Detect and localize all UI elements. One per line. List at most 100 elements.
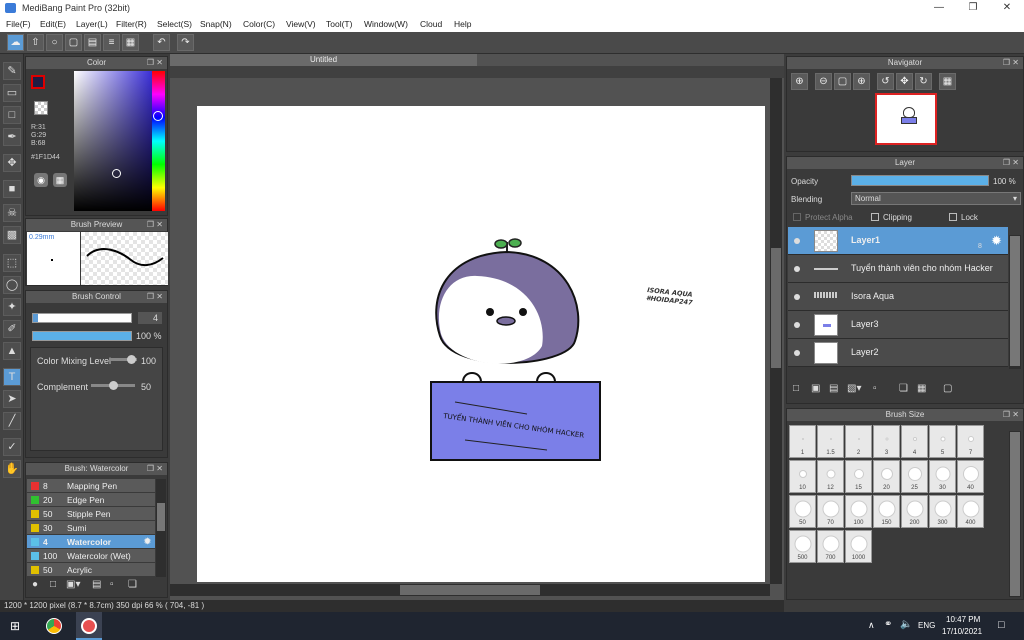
select-rect-icon[interactable]: ⬚ <box>3 254 21 272</box>
divide-tool-icon[interactable]: ╱ <box>3 412 21 430</box>
brush-item-watercolor-wet[interactable]: 100 Watercolor (Wet) <box>27 549 155 563</box>
eye-icon[interactable] <box>794 238 800 244</box>
brush-size-option[interactable]: 200 <box>901 495 928 528</box>
brush-folder-icon[interactable]: ▫ <box>110 579 114 590</box>
rotate-left-icon[interactable]: ↺ <box>877 73 894 90</box>
new-layer-icon[interactable]: □ <box>793 383 799 394</box>
palette-icon[interactable]: ◉ <box>34 173 48 187</box>
brush-size-option[interactable]: 100 <box>845 495 872 528</box>
fill-rect-tool-icon[interactable]: ■ <box>3 180 21 198</box>
brush-size-scrollbar[interactable] <box>1009 431 1021 597</box>
color-saturation-picker[interactable] <box>74 71 152 211</box>
redo-icon[interactable]: ↷ <box>177 34 194 51</box>
hue-cursor[interactable] <box>153 111 163 121</box>
undo-icon[interactable]: ↶ <box>153 34 170 51</box>
network-icon[interactable]: ⚭ <box>884 619 892 630</box>
brush-size-option[interactable]: 25 <box>901 460 928 493</box>
close-icon[interactable]: ❐ ✕ <box>1003 157 1019 169</box>
rotate-right-icon[interactable]: ↻ <box>915 73 932 90</box>
clipping-checkbox[interactable] <box>871 213 879 221</box>
brush-size-option[interactable]: 70 <box>817 495 844 528</box>
medibang-taskbar-button[interactable] <box>76 612 102 640</box>
share-icon[interactable]: ⇧ <box>27 34 44 51</box>
complement-slider[interactable] <box>91 381 135 390</box>
brush-copy-icon[interactable]: ❏ <box>128 579 137 590</box>
grid-icon[interactable]: ▦ <box>122 34 139 51</box>
trash-icon[interactable]: ▢ <box>943 383 952 394</box>
brush-size-option[interactable]: 1 <box>789 425 816 458</box>
eyedropper-icon[interactable]: ✓ <box>3 438 21 456</box>
brush-item-sumi[interactable]: 30 Sumi <box>27 521 155 535</box>
menu-color[interactable]: Color(C) <box>243 19 275 29</box>
gradient-tool-icon[interactable]: ▩ <box>3 226 21 244</box>
eye-icon[interactable] <box>794 294 800 300</box>
brush-size-option[interactable]: 20 <box>873 460 900 493</box>
brush-file-icon[interactable]: ▤ <box>92 579 101 590</box>
close-icon[interactable]: ❐ ✕ <box>147 463 163 475</box>
minimize-button[interactable]: — <box>922 0 956 16</box>
brush-size-option[interactable]: 30 <box>929 460 956 493</box>
move-tool-icon[interactable]: ✥ <box>3 154 21 172</box>
brush-item-acrylic[interactable]: 50 Acrylic <box>27 563 155 577</box>
drawing-canvas[interactable]: TUYỂN THÀNH VIÊN CHO NHÓM HACKER ISORA A… <box>197 106 765 582</box>
chrome-icon[interactable] <box>46 618 62 634</box>
pen-tool-icon[interactable]: ✒ <box>3 128 21 146</box>
volume-icon[interactable]: 🔈 <box>900 619 912 630</box>
cloud-icon[interactable]: ☁ <box>7 34 24 51</box>
text-tool-icon[interactable]: T <box>3 368 21 386</box>
menu-filter[interactable]: Filter(R) <box>116 19 147 29</box>
brush-item-stipple-pen[interactable]: 50 Stipple Pen <box>27 507 155 521</box>
foreground-color-swatch[interactable] <box>31 75 45 89</box>
eye-icon[interactable] <box>794 350 800 356</box>
balloon-icon[interactable]: ▢ <box>65 34 82 51</box>
rect-tool-icon[interactable]: □ <box>3 106 21 124</box>
brush-size-option[interactable]: 500 <box>789 530 816 563</box>
windows-start-icon[interactable]: ⊞ <box>10 620 22 632</box>
menu-snap[interactable]: Snap(N) <box>200 19 232 29</box>
brush-size-option[interactable]: 5 <box>929 425 956 458</box>
maximize-button[interactable]: ❐ <box>956 0 990 16</box>
brush-item-mapping-pen[interactable]: 8 Mapping Pen <box>27 479 155 493</box>
eye-icon[interactable] <box>794 266 800 272</box>
magic-wand-icon[interactable]: ✦ <box>3 298 21 316</box>
layer-row-hacker-text[interactable]: Tuyển thành viên cho nhóm Hacker <box>788 255 1008 283</box>
brush-size-option[interactable]: 4 <box>901 425 928 458</box>
comment-icon[interactable]: ○ <box>46 34 63 51</box>
brush-size-option[interactable]: 3 <box>873 425 900 458</box>
merge-layer-icon[interactable]: ▦ <box>917 383 926 394</box>
bucket-tool-icon[interactable]: ☠ <box>3 204 21 222</box>
close-icon[interactable]: ❐ ✕ <box>1003 57 1019 69</box>
fit-icon[interactable]: ▢ <box>834 73 851 90</box>
actual-size-icon[interactable]: ⊕ <box>853 73 870 90</box>
document-tab[interactable]: Untitled <box>170 54 477 66</box>
tray-chevron-icon[interactable]: ∧ <box>868 620 875 631</box>
protect-alpha-checkbox[interactable] <box>793 213 801 221</box>
eraser-tool-icon[interactable]: ▭ <box>3 84 21 102</box>
brush-size-option[interactable]: 12 <box>817 460 844 493</box>
menu-select[interactable]: Select(S) <box>157 19 192 29</box>
canvas-hscrollbar[interactable] <box>170 584 770 596</box>
menu-edit[interactable]: Edit(E) <box>40 19 66 29</box>
hue-slider[interactable] <box>152 71 165 211</box>
canvas-vscrollbar[interactable] <box>770 78 782 584</box>
gear-icon[interactable]: ✹ <box>144 536 151 547</box>
layer-opacity-slider[interactable] <box>851 175 989 186</box>
brush-size-option[interactable]: 400 <box>957 495 984 528</box>
lasso-tool-icon[interactable]: ◯ <box>3 276 21 294</box>
brush-item-watercolor[interactable]: 4 Watercolor ✹ <box>27 535 155 549</box>
navigator-thumbnail[interactable] <box>875 93 937 145</box>
brush-size-value[interactable]: 4 <box>138 312 162 324</box>
brush-size-option[interactable]: 10 <box>789 460 816 493</box>
menu-layer[interactable]: Layer(L) <box>76 19 108 29</box>
add-brush-icon[interactable]: ● <box>32 579 38 590</box>
blending-select[interactable]: Normal ▾ <box>851 192 1021 205</box>
layer-list-scrollbar[interactable] <box>1009 235 1021 369</box>
brush-size-option[interactable]: 7 <box>957 425 984 458</box>
duplicate-layer-icon[interactable]: ❏ <box>899 383 908 394</box>
clock-time[interactable]: 10:47 PM <box>946 615 980 624</box>
layer-row-layer2[interactable]: Layer2 <box>788 339 1008 367</box>
brush-size-option[interactable]: 15 <box>845 460 872 493</box>
brush-list-scrollbar[interactable] <box>156 479 166 577</box>
color-picker-cursor[interactable] <box>112 169 121 178</box>
brush-size-option[interactable]: 1.5 <box>817 425 844 458</box>
